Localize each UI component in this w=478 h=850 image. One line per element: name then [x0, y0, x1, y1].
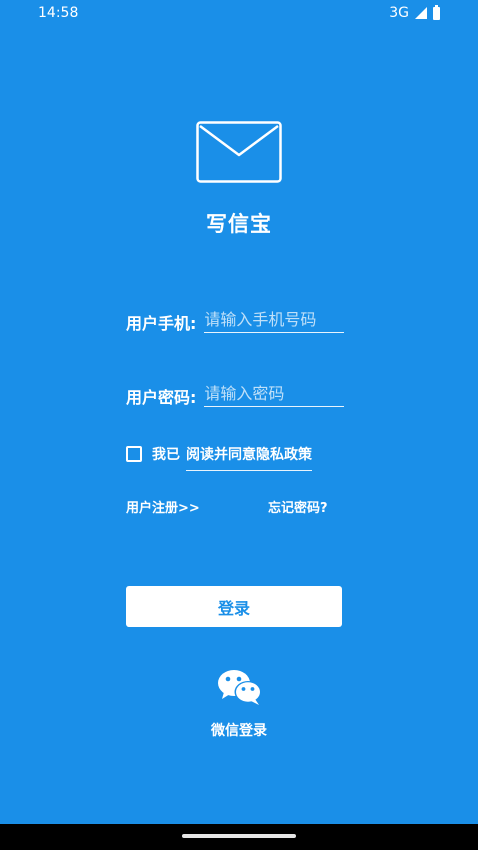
status-time: 14:58: [38, 5, 79, 21]
password-label: 用户密码:: [126, 388, 197, 407]
home-indicator[interactable]: [182, 834, 296, 838]
status-bar: 14:58 3G: [0, 0, 478, 26]
password-row: 用户密码:: [126, 380, 345, 410]
phone-row: 用户手机:: [126, 306, 345, 336]
agree-row: 我已 阅读并同意隐私政策: [126, 440, 312, 471]
phone-label: 用户手机:: [126, 314, 197, 333]
register-link[interactable]: 用户注册>>: [126, 497, 200, 516]
signal-icon: [415, 7, 427, 19]
forgot-password-link[interactable]: 忘记密码?: [268, 497, 328, 516]
network-type: 3G: [389, 5, 409, 21]
agree-prefix: 我已: [152, 446, 180, 463]
login-screen: 14:58 3G 写信宝 用户手机: 用户密码: 我已 阅读并同意隐私政策 用户…: [0, 0, 478, 850]
status-indicators: 3G: [389, 4, 440, 21]
phone-input[interactable]: [204, 306, 345, 333]
login-button[interactable]: 登录: [126, 586, 342, 627]
app-title: 写信宝: [206, 212, 272, 236]
wechat-login-label[interactable]: 微信登录: [0, 720, 478, 740]
wechat-icon[interactable]: [217, 668, 263, 706]
navigation-bar: [0, 824, 478, 850]
password-input[interactable]: [204, 380, 345, 407]
privacy-policy-link[interactable]: 阅读并同意隐私政策: [186, 444, 312, 471]
agree-checkbox[interactable]: [126, 445, 142, 462]
mail-icon: [196, 121, 282, 183]
battery-icon: [433, 4, 440, 20]
